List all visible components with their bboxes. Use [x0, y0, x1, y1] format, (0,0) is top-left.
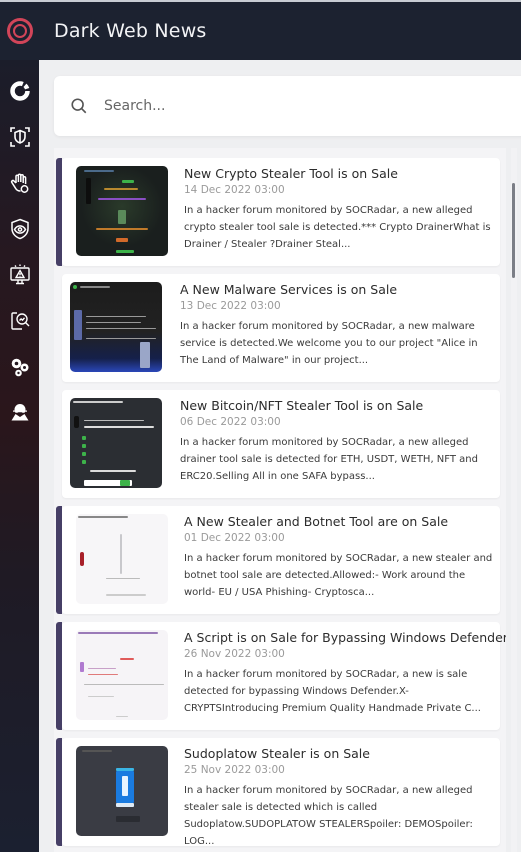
news-description: In a hacker forum monitored by SOCRadar,… — [184, 669, 481, 714]
news-date: 25 Nov 2022 03:00 — [184, 764, 285, 776]
top-bar: Dark Web News — [0, 0, 521, 60]
news-card[interactable]: A New Stealer and Botnet Tool are on Sal… — [56, 506, 500, 614]
sidebar-item-threat-hunting[interactable] — [0, 160, 39, 206]
news-card[interactable]: Sudoplatow Stealer is on Sale 25 Nov 202… — [56, 738, 500, 847]
sidebar-item-attack-surface[interactable] — [0, 114, 39, 160]
monitor-alert-icon — [9, 264, 30, 285]
news-description: In a hacker forum monitored by SOCRadar,… — [184, 205, 491, 250]
news-title[interactable]: A New Malware Services is on Sale — [180, 282, 397, 297]
news-thumbnail — [76, 514, 168, 604]
news-description: In a hacker forum monitored by SOCRadar,… — [180, 321, 478, 366]
news-date: 14 Dec 2022 03:00 — [184, 184, 285, 196]
news-thumbnail — [76, 166, 168, 256]
news-title[interactable]: A New Stealer and Botnet Tool are on Sal… — [184, 514, 448, 529]
gears-icon — [11, 358, 28, 377]
news-card[interactable]: A New Malware Services is on Sale 13 Dec… — [62, 274, 500, 382]
analytics-search-icon — [10, 312, 29, 330]
scrollbar[interactable] — [511, 148, 517, 852]
news-description: In a hacker forum monitored by SOCRadar,… — [184, 553, 493, 598]
news-description: In a hacker forum monitored by SOCRadar,… — [180, 437, 478, 482]
search-icon — [71, 98, 87, 114]
donut-chart-icon — [9, 81, 30, 101]
news-title[interactable]: Sudoplatow Stealer is on Sale — [184, 746, 370, 761]
sidebar-item-incidents[interactable] — [0, 252, 39, 298]
news-card[interactable]: A Script is on Sale for Bypassing Window… — [56, 622, 506, 730]
search-input[interactable] — [104, 98, 484, 114]
shield-scan-icon — [9, 127, 30, 147]
news-title[interactable]: New Bitcoin/NFT Stealer Tool is on Sale — [180, 398, 423, 413]
news-thumbnail — [70, 398, 162, 488]
hand-stop-icon — [10, 173, 28, 193]
search-bar — [54, 76, 521, 136]
sidebar-item-dashboard[interactable] — [0, 68, 39, 114]
scrollbar-thumb[interactable] — [512, 183, 515, 278]
sidebar-item-reports[interactable] — [0, 298, 39, 344]
sidebar-item-agents[interactable] — [0, 390, 39, 436]
main-content: New Crypto Stealer Tool is on Sale 14 De… — [39, 60, 521, 852]
news-date: 26 Nov 2022 03:00 — [184, 648, 285, 660]
news-thumbnail — [76, 746, 168, 836]
news-card[interactable]: New Bitcoin/NFT Stealer Tool is on Sale … — [62, 390, 500, 498]
news-thumbnail — [70, 282, 162, 372]
news-date: 06 Dec 2022 03:00 — [180, 416, 281, 428]
sidebar-item-brand-protection[interactable] — [0, 206, 39, 252]
news-title[interactable]: New Crypto Stealer Tool is on Sale — [184, 166, 398, 181]
sidebar-item-settings[interactable] — [0, 344, 39, 390]
hacker-icon — [11, 404, 28, 421]
news-thumbnail — [76, 630, 168, 720]
logo-icon[interactable] — [7, 18, 33, 44]
page-title: Dark Web News — [54, 20, 207, 42]
news-date: 01 Dec 2022 03:00 — [184, 532, 285, 544]
news-title[interactable]: A Script is on Sale for Bypassing Window… — [184, 630, 506, 645]
shield-eye-icon — [10, 218, 29, 240]
news-card[interactable]: New Crypto Stealer Tool is on Sale 14 De… — [56, 158, 500, 266]
news-list: New Crypto Stealer Tool is on Sale 14 De… — [54, 148, 506, 852]
news-description: In a hacker forum monitored by SOCRadar,… — [184, 785, 473, 847]
sidebar — [0, 60, 39, 852]
news-date: 13 Dec 2022 03:00 — [180, 300, 281, 312]
